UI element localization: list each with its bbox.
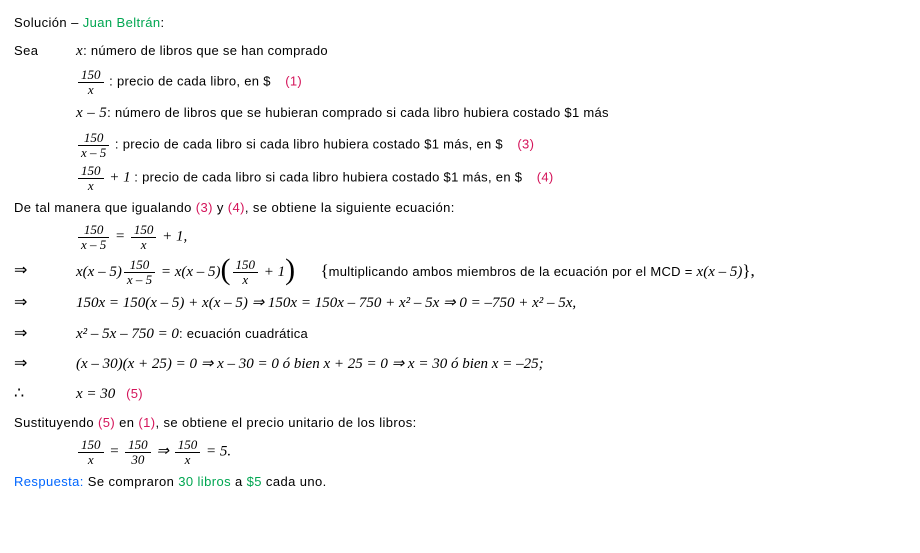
ref-4: (4)	[537, 170, 554, 185]
header-line: Solución – Juan Beltrán:	[14, 11, 906, 36]
eq-3: ⇒ 150x = 150(x – 5) + x(x – 5) ⇒ 150x = …	[14, 288, 906, 318]
implies-icon: ⇒	[14, 256, 62, 286]
header-colon: :	[161, 15, 165, 30]
bridge-1: De tal manera que igualando (3) y (4), s…	[14, 196, 906, 221]
answer-line: Respuesta: Se compraron 30 libros a $5 c…	[14, 470, 906, 495]
eq-4: ⇒ x² – 5x – 750 = 0: ecuación cuadrática	[14, 319, 906, 349]
answer-price: $5	[247, 474, 262, 489]
def1-desc: : precio de cada libro, en $	[109, 74, 271, 89]
ref-5: (5)	[126, 386, 143, 401]
def-x: Sea x: número de libros que se han compra…	[14, 37, 906, 66]
lparen-icon: (	[221, 253, 231, 286]
def-4: 150x + 1 : precio de cada libro si cada …	[14, 162, 906, 194]
ref-1: (1)	[285, 74, 302, 89]
expr-xminus5: x – 5	[76, 105, 107, 121]
x-desc: : número de libros que se han comprado	[83, 43, 328, 58]
eq-7: 150x = 15030 ⇒ 150x = 5.	[14, 436, 906, 468]
implies-icon: ⇒	[14, 319, 62, 349]
frac-3: 150x – 5	[78, 131, 109, 159]
def-3: 150x – 5 : precio de cada libro si cada …	[14, 129, 906, 161]
eq-5: ⇒ (x – 30)(x + 25) = 0 ⇒ x – 30 = 0 ó bi…	[14, 349, 906, 379]
sea-label: Sea	[14, 43, 38, 58]
def-2: x – 5: número de libros que se hubieran …	[14, 99, 906, 128]
plus1: + 1	[106, 170, 131, 186]
implies-icon: ⇒	[14, 349, 62, 379]
solucion-label: Solución –	[14, 15, 83, 30]
author: Juan Beltrán	[83, 15, 161, 30]
bridge-2: Sustituyendo (5) en (1), se obtiene el p…	[14, 411, 906, 436]
def3-desc: : precio de cada libro si cada libro hub…	[115, 137, 503, 152]
frac-1: 150x	[78, 68, 104, 96]
rparen-icon: )	[285, 253, 295, 286]
therefore-icon: ∴	[14, 379, 62, 409]
ref-3: (3)	[517, 137, 534, 152]
x-symbol: x	[76, 43, 83, 59]
eq-6: ∴ x = 30 (5)	[14, 379, 906, 409]
def2-desc: : número de libros que se hubieran compr…	[107, 105, 609, 120]
frac-4: 150x	[78, 164, 104, 192]
answer-label: Respuesta:	[14, 474, 84, 489]
def-1: 150x : precio de cada libro, en $ (1)	[14, 66, 906, 98]
eq-1: 150x – 5 = 150x + 1,	[14, 221, 906, 253]
eq-2: ⇒ x(x – 5)150x – 5 = x(x – 5)(150x + 1) …	[14, 255, 906, 289]
implies-icon: ⇒	[14, 288, 62, 318]
def4-desc: : precio de cada libro si cada libro hub…	[134, 170, 522, 185]
answer-qty: 30 libros	[178, 474, 231, 489]
